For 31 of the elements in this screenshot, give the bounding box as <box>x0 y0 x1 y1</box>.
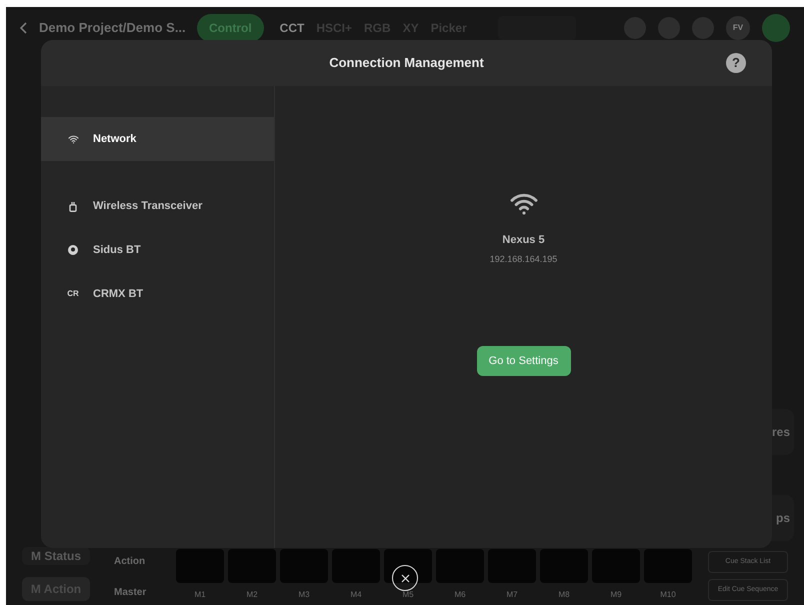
device-name: Nexus 5 <box>502 233 545 248</box>
row-label: Action <box>114 555 146 569</box>
dialog-title: Connection Management <box>329 54 484 72</box>
pad-label: M4 <box>350 589 362 601</box>
sidus-logo-icon <box>68 245 78 255</box>
pad-label: M6 <box>454 589 466 601</box>
color-mode-tab[interactable]: CCT <box>280 18 304 37</box>
close-button[interactable] <box>392 565 418 591</box>
pad-label: M8 <box>558 589 570 601</box>
status-button[interactable]: M Status <box>22 547 90 565</box>
pad-label: M5 <box>402 589 414 601</box>
connection-tab[interactable]: Network <box>41 117 274 161</box>
close-icon <box>400 574 410 582</box>
settings-button[interactable]: Go to Settings <box>476 346 570 376</box>
project-title: Demo Project/Demo S... <box>39 19 187 38</box>
device-address: 192.168.164.195 <box>490 252 558 266</box>
pad-label: M7 <box>506 589 518 601</box>
crmx-icon: CR <box>63 288 83 300</box>
pad-label: M1 <box>194 589 206 601</box>
row-label: Master <box>114 586 148 600</box>
help-icon[interactable]: ? <box>726 53 746 73</box>
user-avatar[interactable]: FV <box>726 16 750 40</box>
pad-label: M3 <box>298 589 310 601</box>
pad-label: M2 <box>246 589 258 601</box>
master-pad[interactable] <box>384 549 432 583</box>
wifi-icon <box>508 192 538 216</box>
back-icon[interactable] <box>20 22 27 34</box>
transceiver-icon <box>69 200 77 212</box>
pad-label: M10 <box>660 589 676 601</box>
pad-label: M9 <box>610 589 622 601</box>
wifi-icon <box>68 134 78 144</box>
